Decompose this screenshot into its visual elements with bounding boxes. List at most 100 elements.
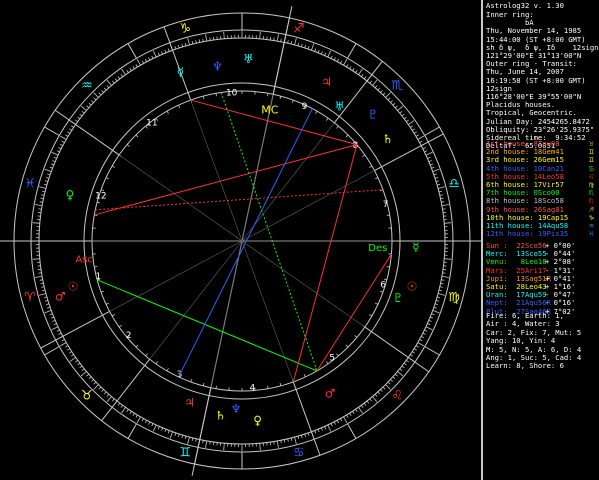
degree-tick (141, 418, 144, 422)
aspect-line (178, 108, 313, 378)
degree-tick (419, 140, 423, 143)
house-number: 6 (380, 281, 386, 291)
degree-tick (352, 411, 355, 414)
sign-boundary (347, 43, 357, 59)
degree-tick (187, 436, 190, 444)
degree-tick (56, 150, 60, 153)
inner-tick (315, 110, 318, 114)
degree-tick (336, 58, 340, 62)
degree-tick (47, 306, 51, 309)
degree-tick (440, 282, 444, 285)
degree-tick (59, 143, 63, 147)
degree-tick (259, 31, 261, 39)
degree-tick (39, 201, 43, 203)
inner-tick (345, 344, 349, 348)
degree-tick (126, 69, 129, 73)
degree-tick (392, 376, 396, 380)
info-panel: Astrolog32 v. 1.30 Inner ring: bA Thu, Nov… (483, 0, 599, 480)
degree-tick (352, 68, 355, 71)
degree-tick (198, 39, 201, 43)
degree-tick (422, 332, 426, 335)
degree-tick (39, 186, 47, 189)
degree-tick (50, 316, 54, 319)
degree-tick (439, 286, 443, 288)
inner-tick (135, 134, 139, 138)
degree-tick (40, 282, 44, 285)
inner-tick (135, 344, 139, 348)
degree-tick (132, 66, 135, 70)
degree-tick (40, 197, 44, 200)
libra-icon: ♎ (448, 177, 460, 192)
planet-icon: ♂ (325, 386, 336, 400)
degree-tick (417, 135, 425, 140)
sign-boundary (44, 346, 60, 356)
degree-tick (390, 379, 393, 382)
degree-tick (161, 427, 164, 431)
degree-tick (394, 105, 398, 109)
inner-tick (336, 353, 339, 357)
degree-tick (280, 440, 282, 444)
degree-tick (397, 105, 404, 111)
aries-icon: ♈ (24, 290, 36, 305)
degree-tick (195, 40, 197, 44)
degree-tick (136, 416, 141, 424)
degree-tick (177, 44, 180, 49)
inner-spoke (118, 154, 243, 242)
inner-tick (369, 314, 373, 317)
degree-tick (424, 329, 428, 332)
degree-tick (349, 66, 352, 70)
asc-label: Asc (75, 255, 93, 266)
degree-tick (106, 85, 110, 89)
inner-tick (279, 96, 282, 100)
degree-tick (428, 319, 432, 322)
degree-tick (320, 427, 323, 431)
degree-tick (58, 147, 62, 150)
degree-tick (324, 52, 327, 56)
degree-tick (433, 173, 437, 176)
aspect-line (94, 144, 358, 216)
degree-tick (327, 50, 332, 58)
degree-tick (81, 111, 85, 114)
degree-tick (307, 46, 310, 50)
degree-tick (112, 398, 115, 402)
degree-tick (184, 436, 187, 440)
degree-tick (174, 46, 177, 50)
degree-tick (32, 222, 40, 224)
degree-tick (223, 31, 225, 39)
degree-tick (181, 43, 184, 47)
degree-tick (410, 125, 414, 128)
degree-tick (144, 58, 148, 62)
degree-tick (441, 201, 445, 203)
degree-tick (374, 85, 378, 89)
planet-icon: ♅ (243, 52, 254, 66)
leo-icon: ♌ (391, 389, 403, 404)
degree-tick (401, 365, 405, 369)
inner-tick (375, 302, 379, 305)
inner-tick (126, 144, 130, 147)
degree-tick (390, 100, 393, 103)
inner-tick (386, 214, 390, 216)
degree-tick (410, 354, 414, 357)
inner-tick (303, 374, 306, 378)
sign-boundary (127, 423, 137, 439)
degree-tick (75, 359, 79, 363)
degree-tick (106, 79, 112, 86)
degree-tick (346, 64, 349, 68)
degree-tick (385, 92, 391, 98)
degree-tick (44, 310, 52, 314)
degree-tick (397, 371, 404, 377)
degree-tick (287, 438, 289, 442)
degree-tick (67, 348, 71, 351)
degree-tick (440, 197, 444, 200)
degree-tick (152, 50, 157, 58)
degree-tick (88, 376, 92, 380)
inner-tick (354, 335, 358, 338)
degree-tick (47, 173, 51, 176)
degree-tick (437, 183, 441, 186)
degree-tick (164, 49, 167, 53)
inner-tick (111, 165, 115, 168)
degree-tick (58, 332, 62, 335)
degree-tick (290, 437, 293, 441)
degree-tick (42, 190, 46, 193)
degree-tick (52, 319, 56, 322)
